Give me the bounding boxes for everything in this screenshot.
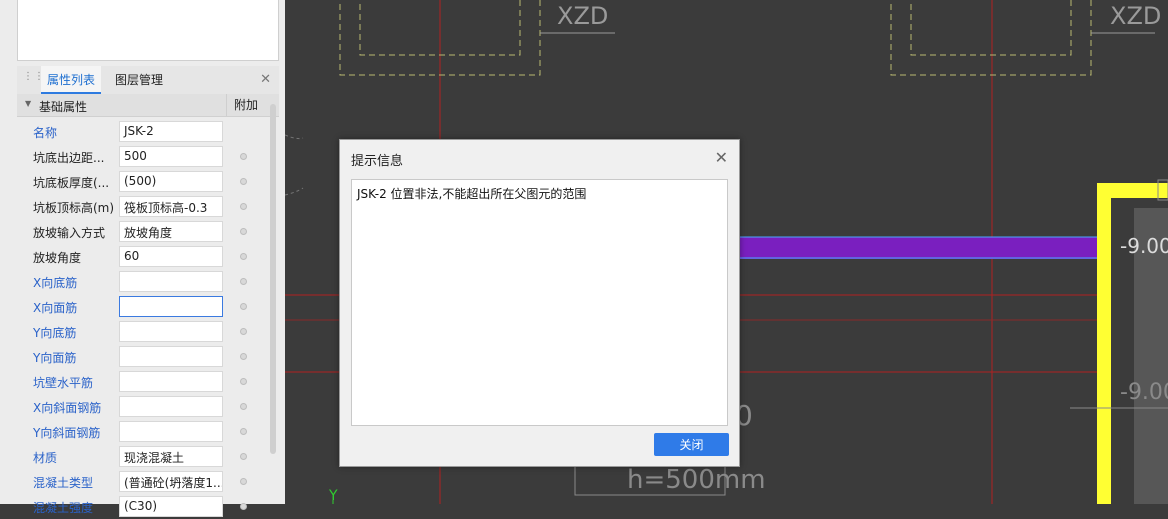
property-name: X向斜面钢筋 [33,401,102,415]
property-name: 放坡输入方式 [33,226,106,240]
message-text: JSK-2 位置非法,不能超出所在父图元的范围 [357,187,587,201]
collapse-arrow-icon[interactable]: ▼ [25,99,31,108]
property-value-input[interactable] [119,371,223,392]
dim-label: h=500mm [627,465,766,495]
extra-checkbox[interactable] [240,453,247,460]
extra-checkbox[interactable] [240,328,247,335]
close-button[interactable]: 关闭 [654,433,729,456]
elevation-label-top: -9.000 [1120,234,1168,258]
xzd-label-right: XZD [1110,2,1161,30]
property-row: X向斜面钢筋 [17,394,279,419]
message-dialog: 提示信息 ✕ JSK-2 位置非法,不能超出所在父图元的范围 关闭 [339,139,740,467]
property-value-input[interactable] [119,346,223,367]
arc-mark [285,134,304,140]
footing-outline [890,0,1092,76]
property-rows: 名称 JSK-2 坑底出边距... 500 坑底板厚度(... (500) 坑板顶标高(m)… [17,119,279,519]
tab-property-list[interactable]: 属性列表 [41,66,102,94]
property-row: 混凝土类型 (普通砼(坍落度1... [17,469,279,494]
panel-tab-bar: ⋮⋮ 属性列表 图层管理 ✕ [17,66,279,95]
tab-layer-management[interactable]: 图层管理 [109,66,169,94]
property-row: Y向面筋 [17,344,279,369]
property-name: Y向面筋 [33,351,77,365]
scrollbar[interactable] [270,104,276,464]
arc-mark [285,187,304,196]
extra-checkbox[interactable] [240,253,247,260]
extra-checkbox[interactable] [240,353,247,360]
property-value-input[interactable]: 放坡角度 [119,221,223,242]
property-row: 名称 JSK-2 [17,119,279,144]
close-icon[interactable]: ✕ [715,148,728,167]
property-value-input[interactable]: 60 [119,246,223,267]
property-name: 坑板顶标高(m) [33,201,115,215]
property-name: Y向底筋 [33,326,77,340]
property-name: 名称 [33,126,58,140]
extra-checkbox[interactable] [240,503,247,510]
extra-checkbox[interactable] [240,403,247,410]
close-icon[interactable]: ✕ [260,72,271,87]
property-name: 材质 [33,451,58,465]
property-value-input[interactable] [119,321,223,342]
property-value-input[interactable]: 500 [119,146,223,167]
property-value-input[interactable]: 现浇混凝土 [119,446,223,467]
extra-checkbox[interactable] [240,228,247,235]
extra-checkbox[interactable] [240,178,247,185]
extra-checkbox[interactable] [240,153,247,160]
property-row: X向面筋 [17,294,279,319]
property-name: 混凝土强度 [33,501,94,515]
extra-checkbox[interactable] [240,303,247,310]
property-value-input[interactable] [119,396,223,417]
property-name: 放坡角度 [33,251,82,265]
extra-column-header: 附加 [226,94,265,116]
message-box: JSK-2 位置非法,不能超出所在父图元的范围 [351,179,728,426]
property-row: 放坡角度 60 [17,244,279,269]
property-row: Y向底筋 [17,319,279,344]
extra-checkbox[interactable] [240,478,247,485]
scrollbar-thumb[interactable] [270,104,276,454]
property-value-input[interactable]: (500) [119,171,223,192]
property-group-header[interactable]: ▼ 基础属性 附加 [17,94,279,117]
xzd-label-left: XZD [557,2,608,30]
property-name: X向底筋 [33,276,78,290]
extra-checkbox[interactable] [240,278,247,285]
dialog-title: 提示信息 [351,154,404,169]
elevation-label-mid: -9.000 [1120,380,1168,405]
property-value-input[interactable] [119,271,223,292]
drag-handle-icon[interactable]: ⋮⋮ [23,72,44,87]
property-row: Y向斜面钢筋 [17,419,279,444]
property-name: 坑底出边距... [33,151,105,165]
property-row: 材质 现浇混凝土 [17,444,279,469]
group-label: 基础属性 [39,100,88,114]
property-row: 放坡输入方式 放坡角度 [17,219,279,244]
properties-panel: ⋮⋮ 属性列表 图层管理 ✕ ▼ 基础属性 附加 名称 JSK-2 坑底出边距...… [0,0,285,517]
footing-outline [910,0,1072,56]
property-name: 坑底板厚度(... [33,176,110,190]
property-name: X向面筋 [33,301,78,315]
property-row: X向底筋 [17,269,279,294]
property-value-input[interactable]: 筏板顶标高-0.3 [119,196,223,217]
property-value-input[interactable]: (普通砼(坍落度1... [119,471,223,492]
property-value-input[interactable]: (C30) [119,496,223,517]
property-value-input[interactable] [119,421,223,442]
top-blank-area [17,0,279,61]
property-row: 混凝土强度 (C30) [17,494,279,519]
property-row: 坑板顶标高(m) 筏板顶标高-0.3 [17,194,279,219]
property-name: Y向斜面钢筋 [33,426,101,440]
property-name: 混凝土类型 [33,476,94,490]
property-row: 坑底板厚度(... (500) [17,169,279,194]
property-name: 坑壁水平筋 [33,376,94,390]
extra-checkbox[interactable] [240,203,247,210]
property-value-input[interactable]: JSK-2 [119,121,223,142]
property-value-input[interactable] [119,296,223,317]
extra-checkbox[interactable] [240,378,247,385]
property-row: 坑壁水平筋 [17,369,279,394]
extra-checkbox[interactable] [240,428,247,435]
property-row: 坑底出边距... 500 [17,144,279,169]
